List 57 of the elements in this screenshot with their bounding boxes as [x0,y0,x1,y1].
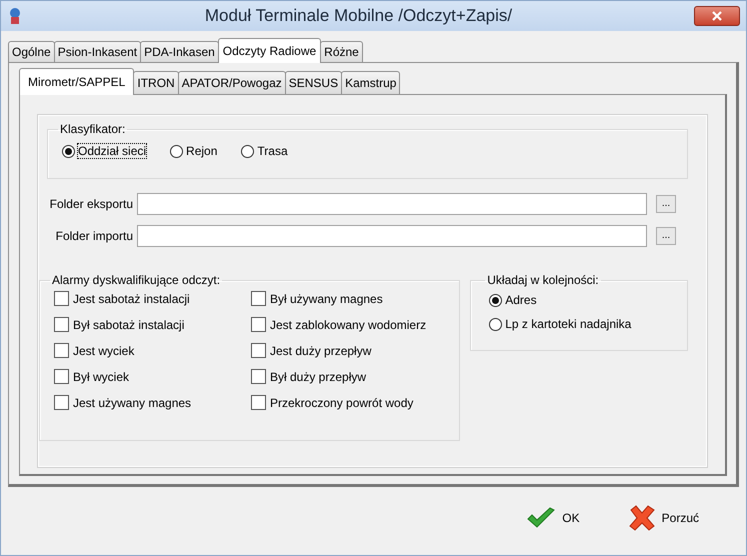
browse-button[interactable]: ... [656,227,676,245]
close-icon [712,11,722,21]
checkbox[interactable] [54,291,69,306]
tab[interactable]: Ogólne [8,41,55,62]
tab[interactable]: Mirometr/SAPPEL [19,68,134,95]
tab[interactable]: Odczyty Radiowe [218,38,322,63]
checkbox[interactable] [54,343,69,358]
radio-option[interactable]: Adres [489,293,677,307]
checkbox-option[interactable]: Jest zablokowany wodomierz [251,317,448,332]
checkbox[interactable] [54,317,69,332]
group-title: Alarmy dyskwalifikujące odczyt: [51,273,222,287]
tab[interactable]: Różne [320,41,363,62]
close-button[interactable] [694,6,740,26]
tab[interactable]: Kamstrup [341,71,400,94]
cross-icon [628,505,656,531]
checkbox-option[interactable]: Był duży przepływ [251,369,448,384]
tab[interactable]: APATOR/Powogaz [178,71,286,94]
window-title: Moduł Terminale Mobilne /Odczyt+Zapis/ [204,6,514,26]
app-icon [7,7,23,25]
checkbox[interactable] [54,369,69,384]
field-label: Folder eksportu [48,197,133,211]
input-field[interactable] [137,225,647,247]
checkbox-option[interactable]: Jest wyciek [54,343,251,358]
radio-option[interactable]: Trasa [241,144,288,158]
checkbox-option[interactable]: Jest używany magnes [54,395,251,410]
radio-button[interactable] [62,144,75,158]
radio-option[interactable]: Oddział sieci [62,144,146,158]
tab[interactable]: ITRON [133,71,179,94]
radio-option[interactable]: Lp z kartoteki nadajnika [489,317,677,331]
radio-button[interactable] [170,144,184,158]
checkbox-option[interactable]: Przekroczony powrót wody [251,395,448,410]
checkbox[interactable] [251,369,266,384]
checkbox[interactable] [251,317,266,332]
checkbox[interactable] [251,395,266,410]
radio-option[interactable]: Rejon [170,144,218,158]
checkbox-option[interactable]: Jest duży przepływ [251,343,448,358]
checkbox-option[interactable]: Był używany magnes [251,291,448,306]
radio-button[interactable] [489,318,502,330]
checkbox-option[interactable]: Jest sabotaż instalacji [54,291,251,306]
radio-button[interactable] [489,294,502,306]
group-title: Klasyfikator: [59,122,126,136]
field-label: Folder importu [54,229,133,243]
checkbox[interactable] [251,291,266,306]
ok-button[interactable]: OK [522,501,584,535]
checkbox[interactable] [54,395,69,410]
cancel-button[interactable]: Porzuć [624,501,703,535]
tab[interactable]: SENSUS [284,71,342,94]
checkmark-icon [526,507,556,529]
browse-button[interactable]: ... [656,195,676,213]
checkbox[interactable] [251,343,266,358]
radio-button[interactable] [241,144,254,158]
group-title: Układaj w kolejności: [486,273,600,287]
checkbox-option[interactable]: Był wyciek [54,369,251,384]
input-field[interactable] [137,193,647,215]
tab[interactable]: PDA-Inkasen [140,41,219,62]
tab[interactable]: Psion-Inkasent [54,41,142,62]
checkbox-option[interactable]: Był sabotaż instalacji [54,317,251,332]
